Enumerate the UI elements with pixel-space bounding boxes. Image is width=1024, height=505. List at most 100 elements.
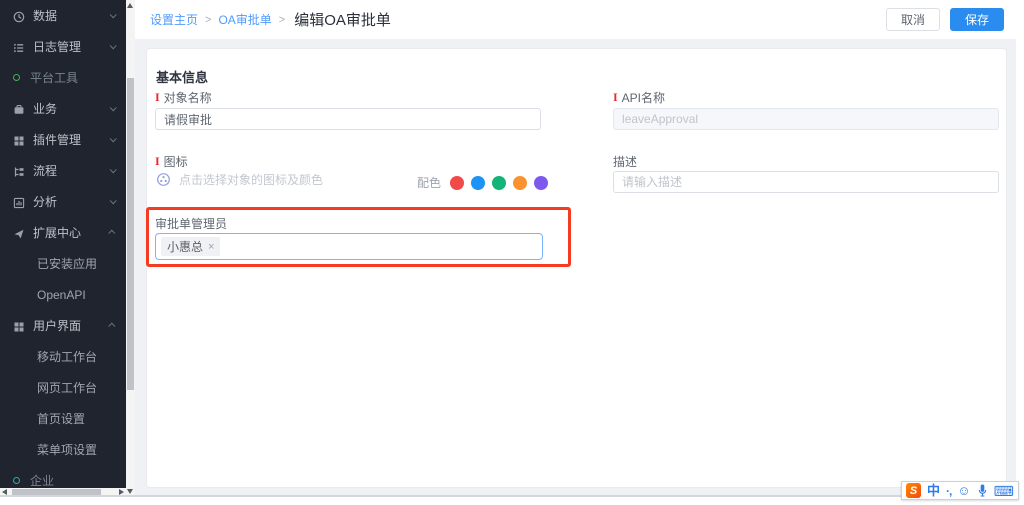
sidebar-item-label: 插件管理 [33,131,81,148]
color-palette: 配色 [417,174,548,191]
cancel-button[interactable]: 取消 [886,8,940,31]
clock-icon [13,10,25,22]
palette-color-blue[interactable] [471,176,485,190]
required-marker: I [613,90,618,105]
breadcrumb-link-oa-approval[interactable]: OA审批单 [218,11,271,28]
sidebar-item-openapi[interactable]: OpenAPI [0,279,126,310]
required-marker: I [155,90,160,105]
grid-icon [13,320,25,332]
sidebar-item-mobile-workbench[interactable]: 移动工作台 [0,341,126,372]
sidebar-item-label: 企业 [30,472,54,489]
sidebar-item-homepage-settings[interactable]: 首页设置 [0,403,126,434]
microphone-icon[interactable] [977,483,988,498]
sidebar-item-analysis[interactable]: 分析 [0,186,126,217]
punctuation-icon[interactable]: ·, [946,485,951,497]
sidebar-item-label: 已安装应用 [37,255,97,272]
sidebar-horizontal-scrollbar[interactable] [0,488,126,497]
main-area: 设置主页 > OA审批单 > 编辑OA审批单 取消 保存 基本信息 I 对象名称… [135,0,1016,497]
breadcrumb-link-settings-home[interactable]: 设置主页 [150,11,198,28]
app-window: 数据 日志管理 平台工具 业务 插件管理 流程 分析 [0,0,1016,497]
admin-tag: 小惠总 × [161,237,220,256]
grid-icon [13,134,25,146]
sidebar-item-business[interactable]: 业务 [0,93,126,124]
teal-circle-icon [13,477,20,484]
breadcrumb: 设置主页 > OA审批单 > 编辑OA审批单 [150,9,391,30]
object-name-label: I 对象名称 [155,89,212,106]
sidebar-item-extension-center[interactable]: 扩展中心 [0,217,126,248]
flow-icon [13,165,25,177]
sidebar: 数据 日志管理 平台工具 业务 插件管理 流程 分析 [0,0,126,497]
api-name-label: I API名称 [613,89,665,106]
chevron-down-icon [110,197,117,204]
approval-admin-select[interactable]: 小惠总 × [155,233,543,260]
ime-language-toggle[interactable]: 中 [927,484,940,497]
breadcrumb-separator: > [279,14,285,26]
ime-toolbar: S 中 ·, ☺ ⌨ [901,481,1019,500]
api-name-input [613,108,999,130]
required-marker: I [155,154,160,169]
chevron-down-icon [110,135,117,142]
chevron-down-icon [110,166,117,173]
list-icon [13,41,25,53]
breadcrumb-separator: > [205,14,211,26]
color-wheel-icon [156,172,171,187]
sidebar-item-user-interface[interactable]: 用户界面 [0,310,126,341]
briefcase-icon [13,103,25,115]
object-name-input[interactable] [155,108,541,130]
sidebar-vertical-scrollbar[interactable] [126,0,135,497]
admin-tag-label: 小惠总 [167,238,203,255]
description-input[interactable] [613,171,999,193]
sidebar-item-label: OpenAPI [37,288,86,302]
vertical-scrollbar-thumb[interactable] [127,78,134,390]
palette-label: 配色 [417,174,441,191]
sidebar-item-web-workbench[interactable]: 网页工作台 [0,372,126,403]
tag-remove-icon[interactable]: × [208,241,214,253]
scroll-down-icon[interactable] [127,489,133,494]
sidebar-item-label: 移动工作台 [37,348,97,365]
chevron-down-icon [110,11,117,18]
chevron-down-icon [110,42,117,49]
sidebar-item-label: 用户界面 [33,317,81,334]
sidebar-item-label: 扩展中心 [33,224,81,241]
horizontal-scrollbar-thumb[interactable] [12,489,101,496]
save-button[interactable]: 保存 [950,8,1004,31]
scroll-right-icon[interactable] [119,489,124,495]
sidebar-item-label: 日志管理 [33,38,81,55]
sidebar-item-label: 业务 [33,100,57,117]
scroll-left-icon[interactable] [2,489,7,495]
chevron-up-icon [108,323,115,330]
sidebar-item-label: 数据 [33,7,57,24]
palette-color-purple[interactable] [534,176,548,190]
palette-color-green[interactable] [492,176,506,190]
icon-label: I 图标 [155,153,188,170]
green-circle-icon [13,74,20,81]
icon-picker[interactable]: 点击选择对象的图标及颜色 [156,171,323,188]
sidebar-item-label: 平台工具 [30,69,78,86]
sidebar-item-label: 首页设置 [37,410,85,427]
sidebar-item-data[interactable]: 数据 [0,0,126,31]
sidebar-item-label: 网页工作台 [37,379,97,396]
topbar: 设置主页 > OA审批单 > 编辑OA审批单 取消 保存 [135,0,1016,39]
chart-icon [13,196,25,208]
palette-color-red[interactable] [450,176,464,190]
sidebar-item-label: 菜单项设置 [37,441,97,458]
scroll-up-icon[interactable] [127,3,133,8]
sidebar-item-label: 分析 [33,193,57,210]
form-card: 基本信息 I 对象名称 I API名称 I 图标 点击选择对象的图标及颜色 配色 [146,48,1007,488]
page-title: 编辑OA审批单 [294,9,391,30]
emoji-icon[interactable]: ☺ [957,484,970,497]
palette-color-orange[interactable] [513,176,527,190]
sidebar-item-platform-tools[interactable]: 平台工具 [0,62,126,93]
sogou-logo-icon[interactable]: S [906,483,921,498]
icon-picker-text: 点击选择对象的图标及颜色 [179,171,323,188]
keyboard-icon[interactable]: ⌨ [994,484,1014,498]
rocket-icon [13,227,25,239]
section-title: 基本信息 [156,67,208,86]
description-label: 描述 [613,153,637,170]
sidebar-item-installed-apps[interactable]: 已安装应用 [0,248,126,279]
sidebar-item-plugin-management[interactable]: 插件管理 [0,124,126,155]
sidebar-item-label: 流程 [33,162,57,179]
sidebar-item-log-management[interactable]: 日志管理 [0,31,126,62]
sidebar-item-process[interactable]: 流程 [0,155,126,186]
sidebar-item-menu-item-settings[interactable]: 菜单项设置 [0,434,126,465]
